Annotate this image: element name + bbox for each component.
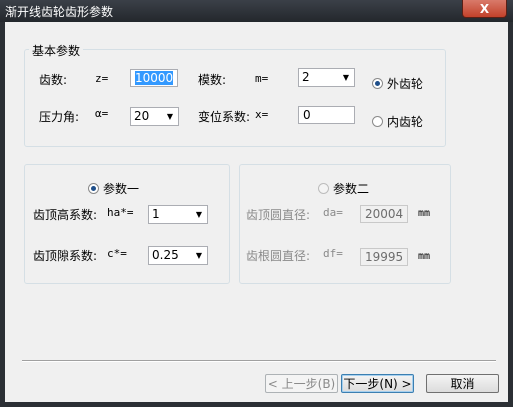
chevron-down-icon: ▼: [195, 251, 203, 260]
shift-coef-input[interactable]: 0: [298, 106, 355, 124]
tip-diameter-symbol: da=: [323, 206, 343, 219]
pressure-angle-symbol: α=: [95, 107, 109, 120]
tip-diameter-label: 齿顶圆直径:: [246, 208, 311, 222]
close-button[interactable]: X: [462, 0, 507, 18]
dialog-client: 基本参数 齿数: z= 10000 模数: m= 2 ▼ 外齿轮 压力角: α=…: [5, 22, 508, 402]
dialog-window: 渐开线齿轮齿形参数 X 基本参数 齿数: z= 10000 模数: m= 2 ▼…: [0, 0, 513, 407]
teeth-input[interactable]: 10000: [130, 69, 178, 87]
addendum-coef-label: 齿顶高系数:: [33, 208, 98, 222]
clearance-coef-label: 齿顶隙系数:: [33, 249, 98, 263]
shift-coef-symbol: x=: [255, 108, 269, 121]
external-gear-label: 外齿轮: [387, 77, 424, 91]
addendum-coef-symbol: ha*=: [107, 206, 134, 219]
footer-separator: [22, 360, 496, 362]
basic-params-group: 基本参数: [24, 42, 446, 147]
next-step-button[interactable]: 下一步(N) >: [341, 374, 414, 393]
title-bar[interactable]: 渐开线齿轮齿形参数 X: [0, 0, 513, 22]
radio-unselected-icon: [318, 183, 329, 194]
close-icon: X: [479, 1, 490, 16]
basic-params-legend: 基本参数: [29, 42, 84, 59]
module-select[interactable]: 2 ▼: [298, 68, 355, 87]
cancel-button[interactable]: 取消: [426, 374, 499, 393]
root-diameter-input[interactable]: 19995: [360, 248, 408, 266]
previous-step-label: < 上一步(B): [267, 377, 336, 391]
pressure-angle-value: 20: [134, 109, 150, 123]
tip-diameter-unit: mm: [418, 208, 431, 219]
radio-selected-icon: [88, 183, 99, 194]
chevron-down-icon: ▼: [342, 73, 350, 82]
cancel-label: 取消: [450, 377, 475, 391]
module-label: 模数:: [198, 73, 227, 87]
module-select-value: 2: [302, 70, 310, 84]
radio-selected-icon: [372, 78, 383, 89]
addendum-coef-select[interactable]: 1 ▼: [148, 205, 208, 224]
pressure-angle-select[interactable]: 20 ▼: [130, 107, 179, 126]
param2-radio[interactable]: 参数二: [318, 180, 369, 197]
tip-diameter-input[interactable]: 20004: [360, 205, 408, 223]
param1-radio-label: 参数一: [103, 182, 140, 196]
root-diameter-label: 齿根圆直径:: [246, 249, 311, 263]
clearance-coef-value: 0.25: [152, 248, 179, 262]
radio-unselected-icon: [372, 116, 383, 127]
external-gear-radio[interactable]: 外齿轮: [372, 75, 423, 92]
root-diameter-unit: mm: [418, 251, 431, 262]
internal-gear-radio[interactable]: 内齿轮: [372, 113, 423, 130]
chevron-down-icon: ▼: [195, 210, 203, 219]
module-symbol: m=: [255, 72, 269, 85]
chevron-down-icon: ▼: [166, 112, 174, 121]
tip-diameter-value: 20004: [365, 207, 404, 221]
teeth-label: 齿数:: [39, 73, 68, 87]
teeth-symbol: z=: [95, 72, 109, 85]
next-step-label: 下一步(N) >: [343, 377, 412, 391]
clearance-coef-symbol: c*=: [107, 247, 127, 260]
pressure-angle-label: 压力角:: [39, 110, 80, 124]
teeth-input-value: 10000: [135, 71, 174, 85]
clearance-coef-select[interactable]: 0.25 ▼: [148, 246, 208, 265]
shift-coef-value: 0: [303, 108, 311, 122]
window-title: 渐开线齿轮齿形参数: [5, 5, 114, 19]
param1-radio[interactable]: 参数一: [88, 180, 139, 197]
shift-coef-label: 变位系数:: [198, 110, 251, 124]
addendum-coef-value: 1: [152, 207, 160, 221]
previous-step-button[interactable]: < 上一步(B): [265, 374, 338, 393]
root-diameter-symbol: df=: [323, 247, 343, 260]
internal-gear-label: 内齿轮: [387, 115, 424, 129]
root-diameter-value: 19995: [365, 250, 404, 264]
param2-radio-label: 参数二: [333, 182, 370, 196]
